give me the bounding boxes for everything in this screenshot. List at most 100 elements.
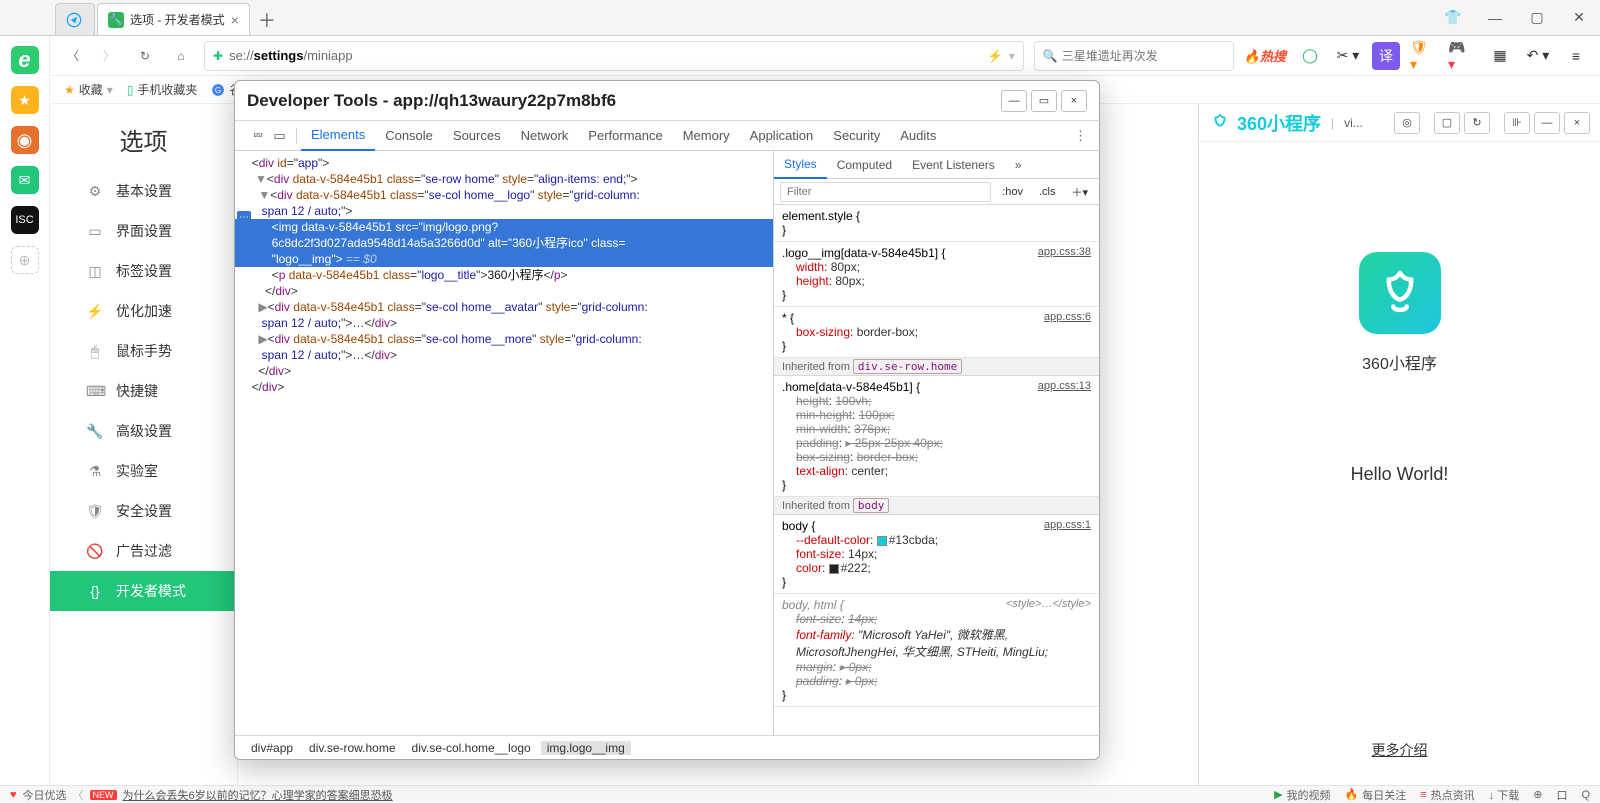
- styles-tabs: Styles Computed Event Listeners »: [774, 151, 1099, 179]
- url-field[interactable]: ✚ se://settings/miniapp ⚡ ▾: [204, 41, 1024, 71]
- scissors-icon[interactable]: ✂ ▾: [1334, 42, 1362, 70]
- tab-title: 选项 - 开发者模式: [130, 11, 225, 28]
- miniapp-tab-label: vi...: [1344, 116, 1363, 130]
- devtools-titlebar[interactable]: Developer Tools - app://qh13waury22p7m8b…: [235, 81, 1099, 121]
- status-video[interactable]: ▶我的视频: [1274, 787, 1330, 803]
- option-item-6[interactable]: 🔧高级设置: [50, 411, 237, 451]
- back-button[interactable]: 〈: [60, 43, 86, 69]
- tab-group: 🔧 选项 - 开发者模式 × ＋: [55, 0, 282, 35]
- status-left1[interactable]: 今日优选: [23, 787, 67, 803]
- status-download[interactable]: ↓ 下载: [1489, 787, 1520, 803]
- close-icon[interactable]: ✕: [1558, 0, 1600, 36]
- maximize-icon[interactable]: ▢: [1516, 0, 1558, 36]
- adblock-icon[interactable]: ◯: [1296, 42, 1324, 70]
- chevron-down-icon[interactable]: ▾: [1009, 49, 1015, 63]
- devtools-tab-sources[interactable]: Sources: [443, 121, 511, 151]
- reload-button[interactable]: ↻: [132, 43, 158, 69]
- status-hot[interactable]: ≡热点资讯: [1420, 787, 1474, 803]
- devtools-tab-network[interactable]: Network: [511, 121, 579, 151]
- tab-styles[interactable]: Styles: [774, 151, 827, 179]
- device-icon[interactable]: ▭: [271, 128, 297, 144]
- inspect-icon[interactable]: ⮹: [245, 128, 271, 144]
- minimize-icon[interactable]: —: [1474, 0, 1516, 36]
- heart-icon[interactable]: ♥: [10, 789, 17, 801]
- options-list: ⚙基本设置▭界面设置◫标签设置⚡优化加速🖱鼠标手势⌨快捷键🔧高级设置⚗实验室🛡安…: [50, 171, 237, 611]
- option-item-0[interactable]: ⚙基本设置: [50, 171, 237, 211]
- miniapp-more-link[interactable]: 更多介绍: [1199, 740, 1600, 760]
- browser-icon[interactable]: e: [11, 46, 39, 74]
- wrench-icon: 🔧: [108, 12, 124, 28]
- minimize-icon[interactable]: —: [1001, 90, 1027, 112]
- tab-active[interactable]: 🔧 选项 - 开发者模式 ×: [97, 3, 250, 35]
- miniapp-pane: 360小程序 | vi... ◎ ▢ ↻ ⊪ — × 360小程序 Hello …: [1198, 104, 1600, 785]
- new-style-button[interactable]: ＋▾: [1066, 182, 1093, 202]
- hov-toggle[interactable]: :hov: [997, 184, 1028, 200]
- maximize-icon[interactable]: ▭: [1031, 90, 1057, 112]
- status-plus[interactable]: ⊕: [1533, 788, 1542, 801]
- status-mute[interactable]: 口: [1556, 787, 1567, 803]
- weibo-icon[interactable]: ◉: [11, 126, 39, 154]
- search-box[interactable]: 🔍: [1034, 41, 1234, 71]
- devtools-tab-security[interactable]: Security: [823, 121, 890, 151]
- styles-body[interactable]: element.style { } app.css:38 .logo__img[…: [774, 205, 1099, 735]
- dom-breadcrumb[interactable]: div#app div.se-row.home div.se-col.home_…: [235, 735, 1099, 759]
- shield-icon[interactable]: 🛡 ▾: [1410, 42, 1438, 70]
- target-icon[interactable]: ◎: [1394, 112, 1420, 134]
- devtools-tab-performance[interactable]: Performance: [578, 121, 672, 151]
- option-item-1[interactable]: ▭界面设置: [50, 211, 237, 251]
- more-tabs-icon[interactable]: »: [1009, 158, 1028, 172]
- option-item-5[interactable]: ⌨快捷键: [50, 371, 237, 411]
- cls-toggle[interactable]: .cls: [1034, 184, 1061, 200]
- favorites-icon[interactable]: ★: [11, 86, 39, 114]
- styles-filter-input[interactable]: [780, 182, 991, 202]
- reload-icon[interactable]: ↻: [1464, 112, 1490, 134]
- mail-icon[interactable]: ✉: [11, 166, 39, 194]
- status-zoom[interactable]: Q: [1581, 789, 1590, 801]
- home-button[interactable]: ⌂: [168, 43, 194, 69]
- bookmarks-menu[interactable]: ★收藏▾: [64, 81, 113, 98]
- option-item-9[interactable]: 🚫广告过滤: [50, 531, 237, 571]
- google-icon: G: [211, 83, 225, 97]
- tab-computed[interactable]: Computed: [827, 151, 902, 179]
- grid-icon[interactable]: ▦: [1486, 42, 1514, 70]
- send-icon: [66, 12, 82, 28]
- option-item-3[interactable]: ⚡优化加速: [50, 291, 237, 331]
- option-item-8[interactable]: 🛡安全设置: [50, 491, 237, 531]
- settings-icon[interactable]: ⊪: [1504, 112, 1530, 134]
- devtools-tab-audits[interactable]: Audits: [890, 121, 946, 151]
- devtools-tab-elements[interactable]: Elements: [301, 121, 375, 151]
- undo-icon[interactable]: ↶ ▾: [1524, 42, 1552, 70]
- add-icon[interactable]: ⊕: [11, 246, 39, 274]
- mobile-bookmarks[interactable]: ▯手机收藏夹: [127, 81, 198, 98]
- device-icon[interactable]: ▢: [1434, 112, 1460, 134]
- option-item-2[interactable]: ◫标签设置: [50, 251, 237, 291]
- devtools-tab-application[interactable]: Application: [740, 121, 824, 151]
- status-daily[interactable]: 🔥每日关注: [1345, 787, 1407, 803]
- skin-icon[interactable]: 👕: [1432, 0, 1474, 36]
- close-icon[interactable]: ×: [1061, 90, 1087, 112]
- close-icon[interactable]: ×: [1564, 112, 1590, 134]
- dom-selected-indicator: ⋯: [237, 211, 251, 227]
- new-badge: NEW: [90, 790, 117, 800]
- min-icon[interactable]: —: [1534, 112, 1560, 134]
- devtools-tab-console[interactable]: Console: [375, 121, 443, 151]
- close-icon[interactable]: ×: [231, 12, 239, 28]
- tab-inactive[interactable]: [55, 3, 95, 35]
- bolt-icon[interactable]: ⚡: [988, 49, 1003, 63]
- option-item-7[interactable]: ⚗实验室: [50, 451, 237, 491]
- forward-button[interactable]: 〉: [96, 43, 122, 69]
- translate-icon[interactable]: 译: [1372, 42, 1400, 70]
- tab-eventlisteners[interactable]: Event Listeners: [902, 151, 1005, 179]
- game-icon[interactable]: 🎮 ▾: [1448, 42, 1476, 70]
- option-item-4[interactable]: 🖱鼠标手势: [50, 331, 237, 371]
- search-input[interactable]: [1062, 49, 1225, 63]
- hotsearch-label[interactable]: 🔥热搜: [1244, 46, 1286, 65]
- devtools-menu-icon[interactable]: ⋮: [1062, 128, 1099, 144]
- option-item-10[interactable]: {}开发者模式: [50, 571, 237, 611]
- isc-icon[interactable]: ISC: [11, 206, 39, 234]
- menu-icon[interactable]: ≡: [1562, 42, 1590, 70]
- devtools-tab-memory[interactable]: Memory: [673, 121, 740, 151]
- new-tab-button[interactable]: ＋: [252, 5, 282, 35]
- status-headline[interactable]: 为什么会丢失6岁以前的记忆？心理学家的答案细思恐极: [123, 787, 393, 803]
- dom-tree[interactable]: ⋯ <div id="app"> ▼<div data-v-584e45b1 c…: [235, 151, 773, 735]
